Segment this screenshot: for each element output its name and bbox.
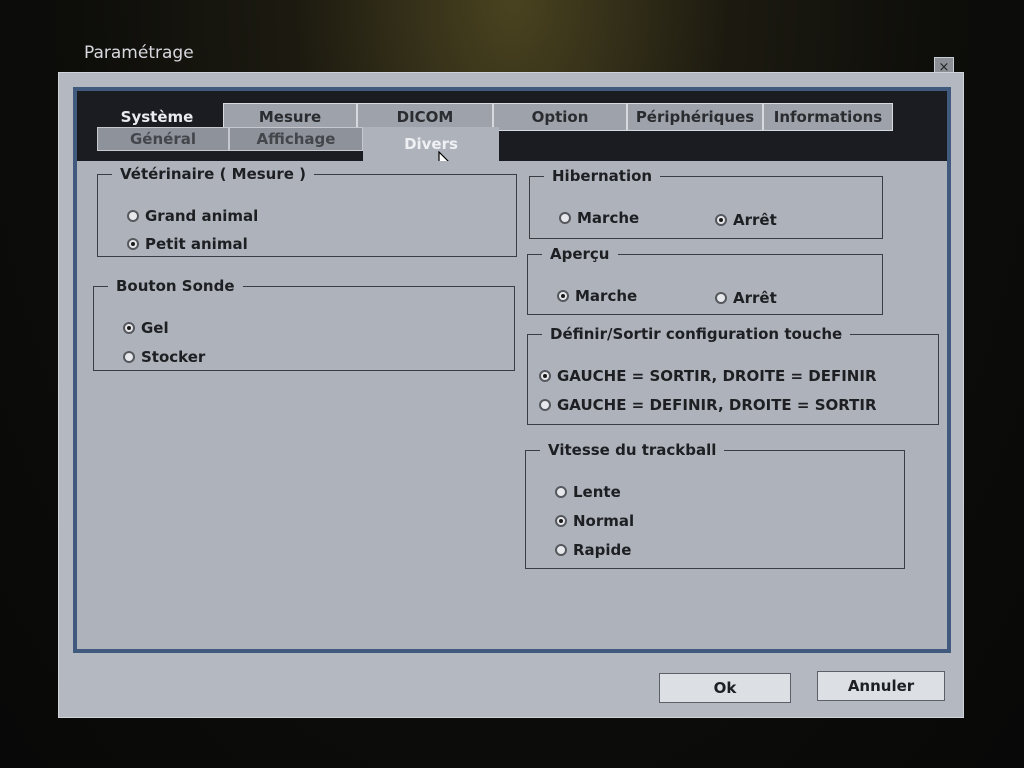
group-title: Aperçu [550, 245, 610, 263]
option-label: Gel [141, 319, 169, 337]
radio-normal[interactable]: Normal [555, 512, 634, 530]
group-title: Vétérinaire ( Mesure ) [120, 165, 307, 183]
group-title: Hibernation [552, 167, 653, 185]
radio-icon [539, 370, 551, 382]
radio-hibernation-marche[interactable]: Marche [559, 209, 639, 227]
radio-gauche-definir[interactable]: GAUCHE = DEFINIR, DROITE = SORTIR [539, 396, 877, 414]
window-title: Paramétrage [84, 43, 194, 63]
tab-informations[interactable]: Informations [763, 103, 893, 131]
radio-icon [123, 322, 135, 334]
radio-petit-animal[interactable]: Petit animal [127, 235, 248, 253]
option-label: GAUCHE = DEFINIR, DROITE = SORTIR [557, 396, 877, 414]
radio-icon [559, 212, 571, 224]
option-label: Arrêt [733, 211, 777, 229]
option-label: Lente [573, 483, 621, 501]
settings-dialog: Système Mesure DICOM Option Périphérique… [58, 72, 964, 718]
ok-button[interactable]: Ok [659, 673, 791, 703]
subtab-general[interactable]: Général [97, 127, 229, 151]
radio-gauche-sortir[interactable]: GAUCHE = SORTIR, DROITE = DEFINIR [539, 367, 877, 385]
group-title: Bouton Sonde [116, 277, 235, 295]
radio-icon [127, 210, 139, 222]
tab-option[interactable]: Option [493, 103, 627, 131]
tab-panel: Système Mesure DICOM Option Périphérique… [73, 87, 951, 653]
option-label: Rapide [573, 541, 632, 559]
radio-icon [127, 238, 139, 250]
radio-icon [555, 486, 567, 498]
radio-gel[interactable]: Gel [123, 319, 169, 337]
radio-grand-animal[interactable]: Grand animal [127, 207, 258, 225]
radio-stocker[interactable]: Stocker [123, 348, 205, 366]
option-label: Marche [575, 287, 638, 305]
radio-apercu-arret[interactable]: Arrêt [715, 289, 777, 307]
radio-icon [539, 399, 551, 411]
radio-icon [555, 544, 567, 556]
cancel-button[interactable]: Annuler [817, 671, 945, 701]
option-label: Stocker [141, 348, 206, 366]
radio-icon [715, 292, 727, 304]
option-label: Petit animal [145, 235, 248, 253]
radio-icon [555, 515, 567, 527]
option-label: Arrêt [733, 289, 777, 307]
radio-hibernation-arret[interactable]: Arrêt [715, 211, 777, 229]
radio-lente[interactable]: Lente [555, 483, 621, 501]
radio-icon [715, 214, 727, 226]
option-label: Grand animal [145, 207, 259, 225]
group-hibernation: Hibernation [529, 167, 883, 239]
radio-icon [123, 351, 135, 363]
radio-rapide[interactable]: Rapide [555, 541, 631, 559]
option-label: GAUCHE = SORTIR, DROITE = DEFINIR [557, 367, 877, 385]
tab-peripheriques[interactable]: Périphériques [627, 103, 763, 131]
option-label: Marche [577, 209, 640, 227]
subtab-divers[interactable]: Divers [363, 127, 499, 161]
option-label: Normal [573, 512, 635, 530]
radio-apercu-marche[interactable]: Marche [557, 287, 637, 305]
group-title: Vitesse du trackball [548, 441, 717, 459]
divers-content: Vétérinaire ( Mesure ) Grand animal Peti… [81, 161, 943, 645]
subtab-affichage[interactable]: Affichage [229, 127, 363, 151]
group-title: Définir/Sortir configuration touche [550, 325, 843, 343]
radio-icon [557, 290, 569, 302]
